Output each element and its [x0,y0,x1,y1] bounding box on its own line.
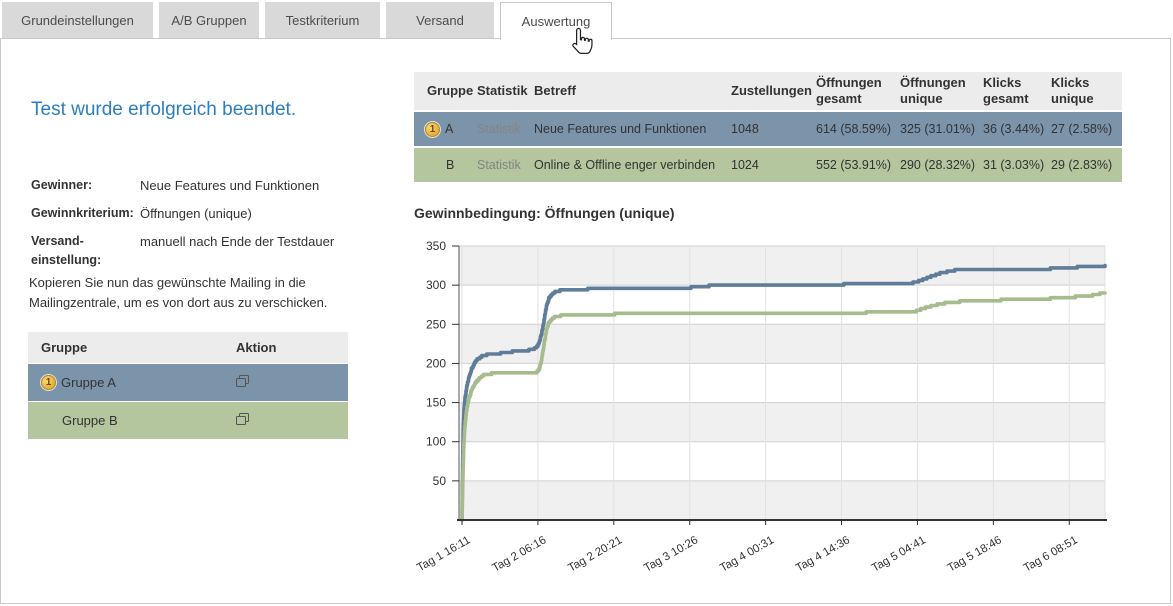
chart-title: Gewinnbedingung: Öffnungen (unique) [414,205,675,221]
results-cell-zustellungen: 1024 [724,148,809,182]
group-letter: A [445,122,453,136]
results-cell-betreff: Online & Offline enger verbinden [527,148,724,182]
summary-label: Gewinner: [31,176,140,195]
groups-table-row: 1 Gruppe A [28,364,348,401]
x-axis-label: Tag 5 04:41 [870,534,928,574]
y-axis-label: 250 [426,317,446,331]
results-cell-zustellungen: 1048 [724,112,809,146]
tab-auswertung[interactable]: Auswertung [500,2,612,40]
results-table-row: 1AStatistikNeue Features und Funktionen1… [414,112,1122,146]
x-axis-label: Tag 5 18:46 [946,534,1004,574]
results-cell-group: B [414,148,470,182]
results-cell-statistik[interactable]: Statistik [470,148,527,182]
summary-row-versandeinstellung: Versand-einstellung: manuell nach Ende d… [31,232,361,270]
cursor-hand-icon [570,27,594,56]
y-axis-label: 100 [426,435,446,449]
results-table-body: 1AStatistikNeue Features und Funktionen1… [414,112,1122,182]
content-panel: Test wurde erfolgreich beendet. Gewinner… [0,38,1171,604]
results-col-header: Klicks gesamt [976,72,1044,110]
x-axis-label: Tag 6 08:51 [1022,534,1080,574]
tab-bar: GrundeinstellungenA/B GruppenTestkriteri… [2,2,612,39]
results-col-header: Betreff [527,72,724,110]
ab-test-window: GrundeinstellungenA/B GruppenTestkriteri… [0,0,1173,606]
copy-icon[interactable] [236,413,250,426]
y-axis-label: 300 [426,278,446,292]
x-axis-label: Tag 1 16:11 [415,534,472,574]
summary-label: Versand-einstellung: [31,232,140,270]
group-letter: B [446,158,454,172]
group-name-cell: Gruppe B [28,413,226,428]
results-col-header: Öffnungen gesamt [809,72,893,110]
group-name: Gruppe B [62,413,118,428]
results-cell-statistik[interactable]: Statistik [470,112,527,146]
group-name-cell: 1 Gruppe A [28,375,226,390]
x-axis-label: Tag 2 20:21 [566,534,624,574]
summary-row-gewinnkriterium: Gewinnkriterium: Öffnungen (unique) [31,204,361,223]
x-axis-label: Tag 3 10:26 [642,534,700,574]
x-axis-label: Tag 4 00:31 [718,534,776,574]
groups-col-aktion: Aktion [226,340,348,355]
line-chart: 50 100 150 200 250 300 350 Tag 1 16:11 Tag 2 06:… [401,231,1173,601]
results-cell-klicks_unique: 27 (2.58%) [1044,112,1122,146]
results-cell-group: 1A [414,112,470,146]
results-col-header: Klicks unique [1044,72,1122,110]
summary-list: Gewinner: Neue Features und Funktionen G… [31,176,361,279]
results-table: GruppeStatistikBetreffZustellungenÖffnun… [414,72,1122,182]
results-cell-oeffnungen_unique: 325 (31.01%) [893,112,976,146]
winner-badge-icon: 1 [425,122,440,137]
results-cell-klicks_gesamt: 36 (3.44%) [976,112,1044,146]
group-action-cell [226,375,348,391]
results-cell-klicks_gesamt: 31 (3.03%) [976,148,1044,182]
tab-versand[interactable]: Versand [386,2,494,38]
summary-value: manuell nach Ende der Testdauer [140,232,361,270]
results-col-header: Öffnungen unique [893,72,976,110]
page-title: Test wurde erfolgreich beendet. [31,99,296,121]
groups-col-gruppe: Gruppe [28,340,226,355]
groups-table-header: Gruppe Aktion [28,332,348,363]
y-axis-label: 50 [433,474,447,488]
summary-row-gewinner: Gewinner: Neue Features und Funktionen [31,176,361,195]
groups-table: Gruppe Aktion 1 Gruppe A Gruppe B [28,332,348,439]
winner-badge-icon: 1 [41,375,56,390]
results-col-header: Statistik [470,72,527,110]
results-table-row: B StatistikOnline & Offline enger verbind… [414,148,1122,182]
group-action-cell [226,413,348,429]
x-axis-label: Tag 4 14:36 [794,534,852,574]
summary-label: Gewinnkriterium: [31,204,140,223]
groups-table-row: Gruppe B [28,402,348,439]
y-axis-label: 350 [426,239,446,253]
y-axis-label: 200 [426,356,446,370]
summary-value: Öffnungen (unique) [140,204,361,223]
results-cell-oeffnungen_unique: 290 (28.32%) [893,148,976,182]
summary-value: Neue Features und Funktionen [140,176,361,195]
results-table-header: GruppeStatistikBetreffZustellungenÖffnun… [414,72,1122,110]
tab-grundeinstellungen[interactable]: Grundeinstellungen [2,2,153,38]
results-cell-oeffnungen_gesamt: 552 (53.91%) [809,148,893,182]
results-cell-betreff: Neue Features und Funktionen [527,112,724,146]
y-axis-label: 150 [426,396,446,410]
groups-table-body: 1 Gruppe A Gruppe B [28,364,348,439]
copy-icon[interactable] [236,375,250,388]
results-col-header: Gruppe [414,72,470,110]
instruction-text: Kopieren Sie nun das gewünschte Mailing … [29,273,351,313]
group-name: Gruppe A [61,375,116,390]
tab-testkriterium[interactable]: Testkriterium [265,2,380,38]
results-cell-oeffnungen_gesamt: 614 (58.59%) [809,112,893,146]
tab-a-b-gruppen[interactable]: A/B Gruppen [159,2,259,38]
x-axis-label: Tag 2 06:16 [490,534,548,574]
results-col-header: Zustellungen [724,72,809,110]
results-cell-klicks_unique: 29 (2.83%) [1044,148,1122,182]
